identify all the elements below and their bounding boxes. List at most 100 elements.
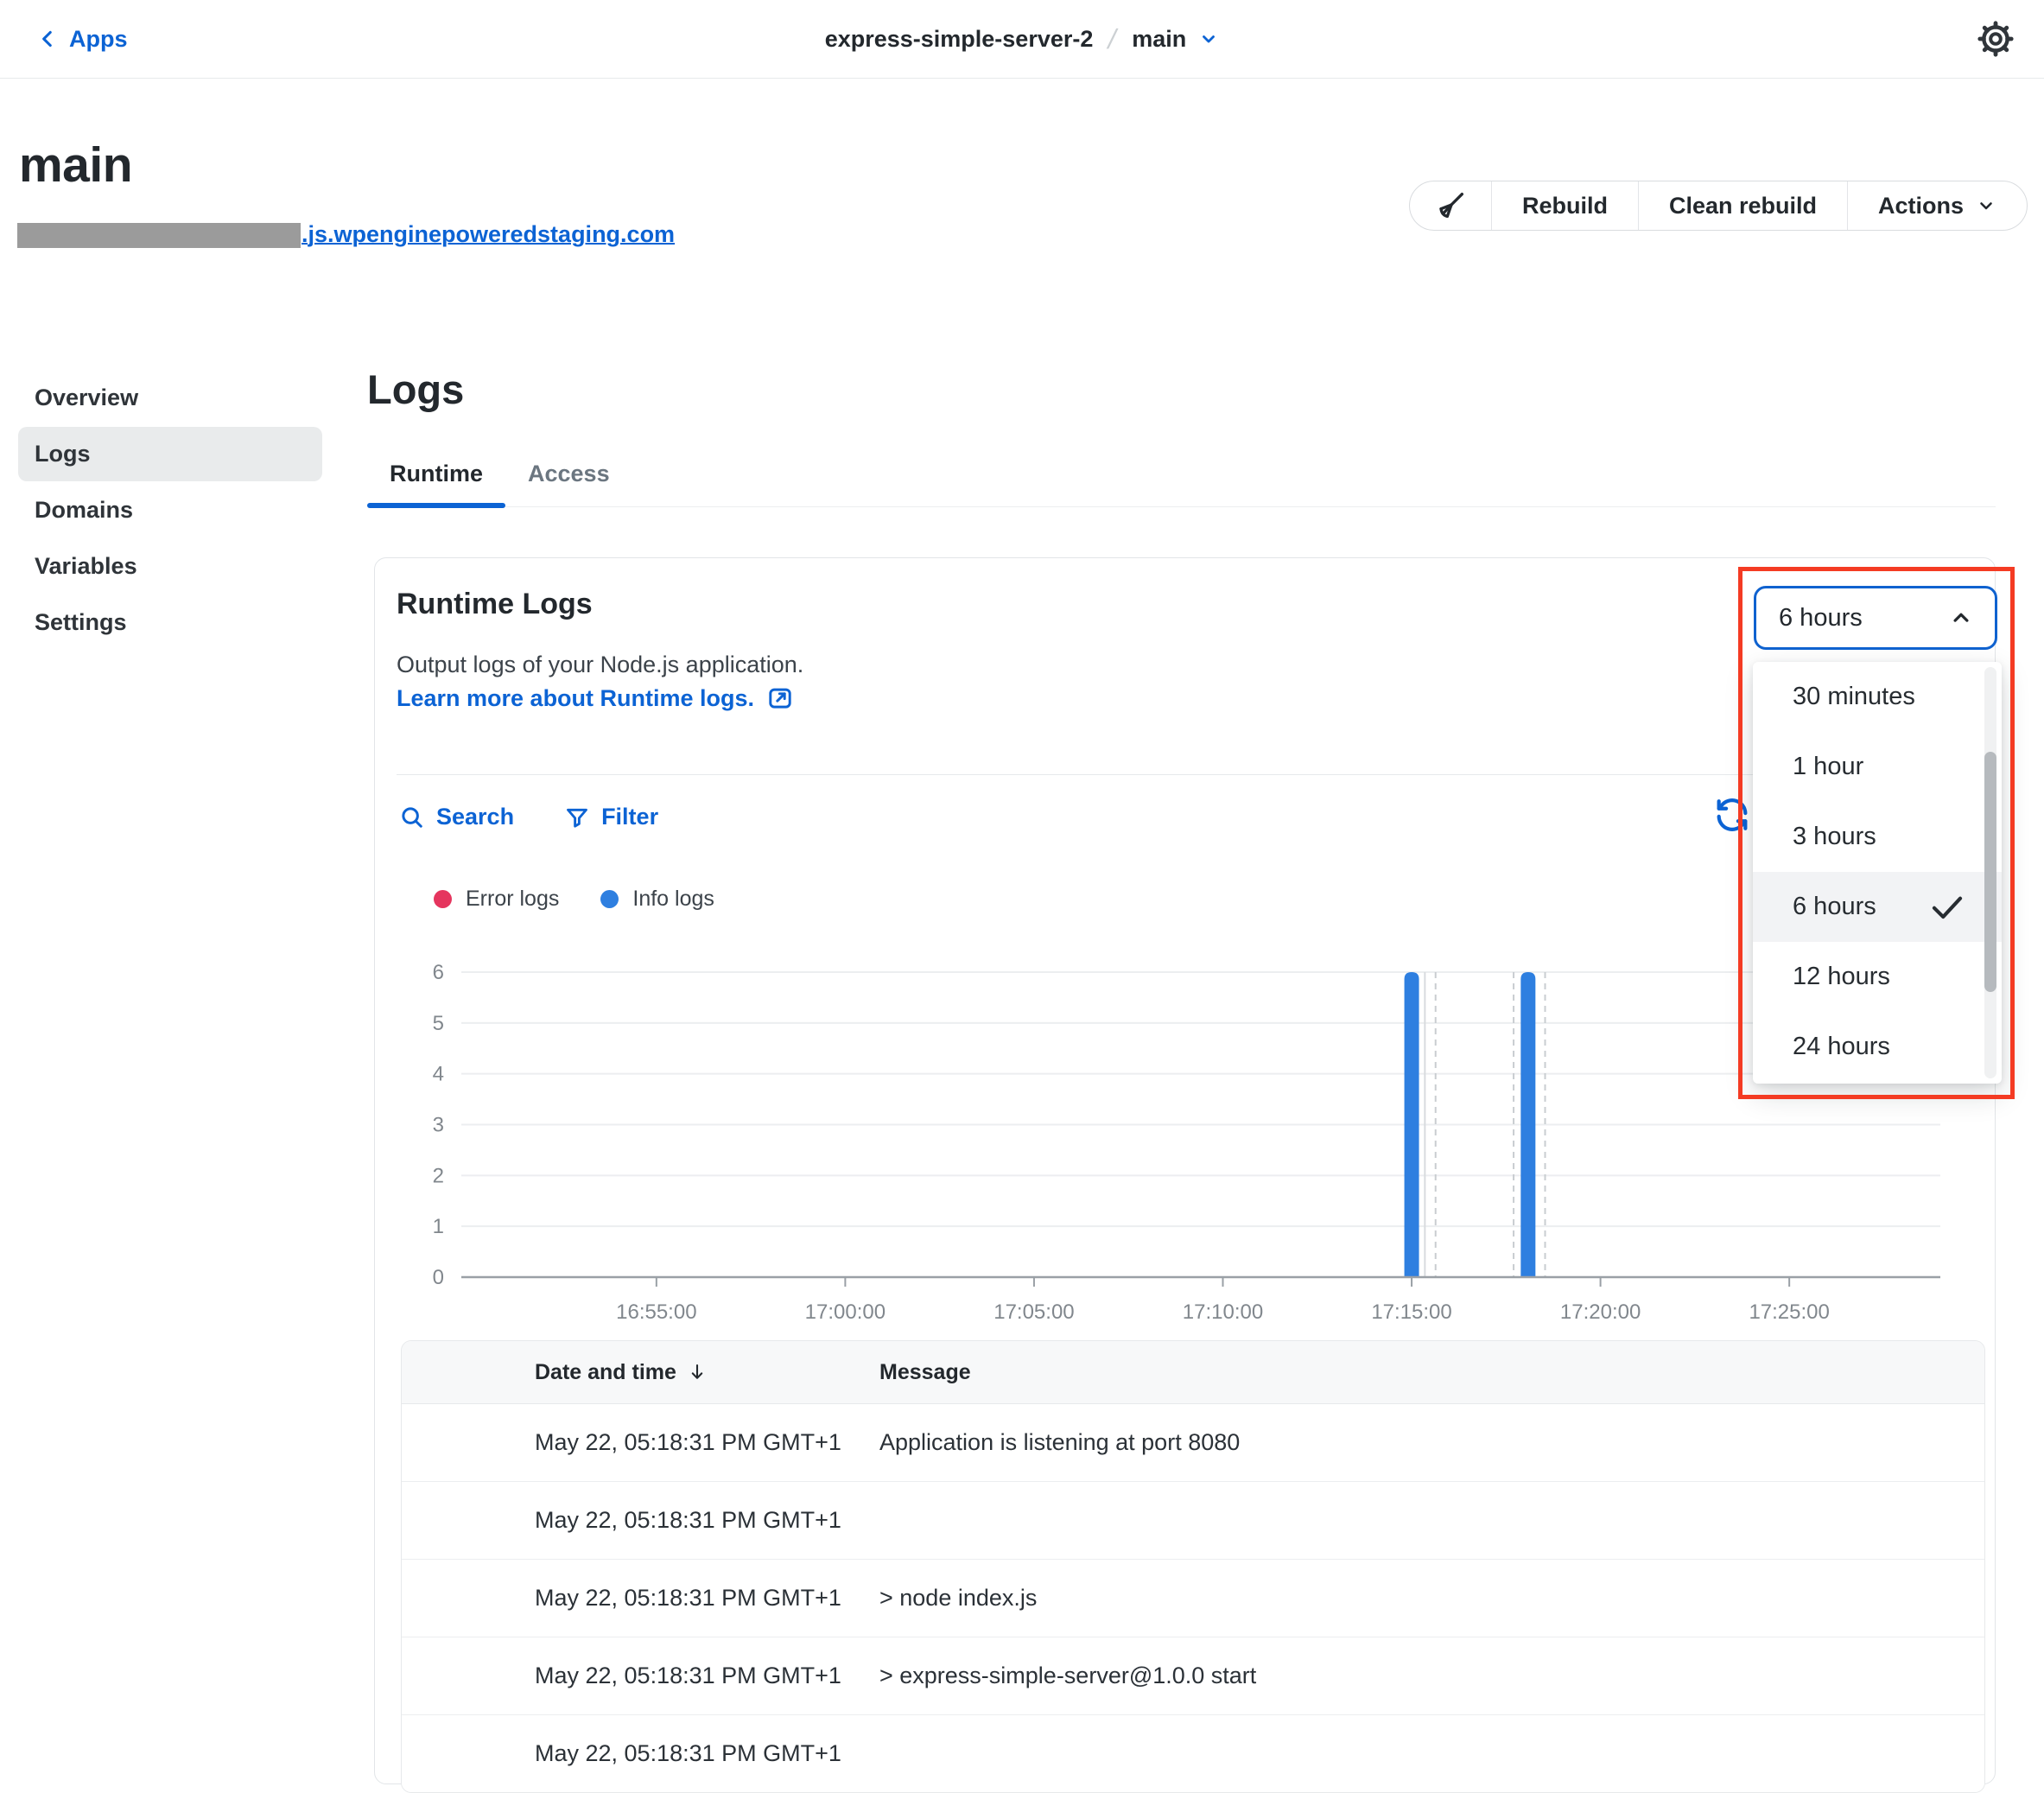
environment-url-link[interactable]: .js.wpenginepoweredstaging.com <box>17 221 675 248</box>
time-range-option[interactable]: 6 hours <box>1753 872 2002 942</box>
log-message: > express-simple-server@1.0.0 start <box>879 1663 1984 1689</box>
log-date: May 22, 05:18:31 PM GMT+1 <box>402 1585 879 1612</box>
time-range-option-label: 6 hours <box>1793 893 1876 921</box>
column-header-message: Message <box>879 1360 971 1385</box>
time-range-option-label: 24 hours <box>1793 1033 1890 1061</box>
legend-dot <box>600 890 619 908</box>
svg-text:17:25:00: 17:25:00 <box>1749 1300 1829 1324</box>
time-range-option[interactable]: 30 minutes <box>1753 662 2002 732</box>
svg-text:6: 6 <box>433 961 444 984</box>
log-date: May 22, 05:18:31 PM GMT+1 <box>402 1429 879 1456</box>
time-range-select[interactable]: 6 hours <box>1754 586 1997 650</box>
tab-runtime[interactable]: Runtime <box>367 461 505 506</box>
svg-text:4: 4 <box>433 1063 444 1086</box>
log-table-header: Date and time Message <box>402 1341 1984 1404</box>
page-title: main <box>19 137 132 194</box>
sidebar-item-variables[interactable]: Variables <box>18 539 322 594</box>
breadcrumb-environment-switcher[interactable]: main <box>1132 26 1219 53</box>
table-row: May 22, 05:18:31 PM GMT+1> express-simpl… <box>402 1637 1984 1715</box>
actions-menu-button[interactable]: Actions <box>1847 181 2027 230</box>
learn-more-label: Learn more about Runtime logs. <box>397 685 754 712</box>
environment-url-visible-text: .js.wpenginepoweredstaging.com <box>302 221 675 248</box>
legend-label: Error logs <box>466 887 559 912</box>
message-column-label: Message <box>879 1360 971 1384</box>
time-range-menu: 30 minutes 1 hour3 hours 6 hours 12 hours 24… <box>1753 662 2002 1084</box>
external-link-icon <box>766 684 794 712</box>
back-to-apps-link[interactable]: Apps <box>36 0 128 78</box>
filter-label: Filter <box>601 804 658 830</box>
logs-heading: Logs <box>367 366 464 413</box>
sidebar-item-domains[interactable]: Domains <box>18 483 322 537</box>
chevron-left-icon <box>36 28 59 50</box>
redacted-url-segment <box>17 223 301 248</box>
sidebar: Overview Logs Domains Variables Settings <box>18 371 322 652</box>
table-row: May 22, 05:18:31 PM GMT+1 <box>402 1715 1984 1792</box>
svg-text:17:05:00: 17:05:00 <box>993 1300 1074 1324</box>
chevron-down-icon <box>1976 195 1996 216</box>
breadcrumb-environment-name: main <box>1132 26 1186 53</box>
log-date: May 22, 05:18:31 PM GMT+1 <box>402 1663 879 1689</box>
chevron-down-icon <box>1198 29 1219 49</box>
clean-rebuild-label: Clean rebuild <box>1669 193 1817 219</box>
legend-item: Info logs <box>600 887 714 912</box>
log-date: May 22, 05:18:31 PM GMT+1 <box>402 1740 879 1767</box>
environment-actions-toolbar: Rebuild Clean rebuild Actions <box>1409 181 2028 231</box>
rebuild-label: Rebuild <box>1522 193 1608 219</box>
filter-button[interactable]: Filter <box>564 804 658 830</box>
legend-item: Error logs <box>434 887 559 912</box>
tab-access[interactable]: Access <box>505 461 632 506</box>
sidebar-item-label: Logs <box>35 441 91 467</box>
sidebar-item-overview[interactable]: Overview <box>18 371 322 425</box>
card-divider <box>397 774 1973 775</box>
sidebar-item-label: Variables <box>35 553 137 580</box>
runtime-logs-title: Runtime Logs <box>397 588 593 621</box>
log-date: May 22, 05:18:31 PM GMT+1 <box>402 1507 879 1534</box>
chevron-up-icon <box>1948 605 1974 631</box>
sidebar-item-label: Settings <box>35 609 127 636</box>
breadcrumb: express-simple-server-2 / main <box>0 0 2044 78</box>
clean-rebuild-button[interactable]: Clean rebuild <box>1638 181 1847 230</box>
log-tools: Search Filter <box>399 793 658 841</box>
clean-cache-button[interactable] <box>1410 181 1491 230</box>
actions-label: Actions <box>1878 193 1964 219</box>
log-message: > node index.js <box>879 1585 1984 1612</box>
time-range-option[interactable]: 3 hours <box>1753 802 2002 872</box>
chart-legend: Error logs Info logs <box>434 880 714 918</box>
refresh-button[interactable] <box>1712 795 1752 835</box>
svg-text:17:10:00: 17:10:00 <box>1183 1300 1263 1324</box>
time-range-option[interactable]: 1 hour <box>1753 732 2002 802</box>
log-table: Date and time Message May 22, 05:18:31 P… <box>401 1340 1985 1793</box>
sidebar-item-settings[interactable]: Settings <box>18 595 322 650</box>
time-range-option[interactable]: 24 hours <box>1753 1012 2002 1082</box>
legend-label: Info logs <box>632 887 714 912</box>
sort-descending-icon <box>687 1362 708 1383</box>
time-range-option-label: 12 hours <box>1793 963 1890 991</box>
top-bar: Apps express-simple-server-2 / main <box>0 0 2044 79</box>
logs-tabs: RuntimeAccess <box>367 449 1996 507</box>
column-header-date[interactable]: Date and time <box>402 1360 879 1385</box>
refresh-icon <box>1712 795 1752 835</box>
log-table-body: May 22, 05:18:31 PM GMT+1Application is … <box>402 1404 1984 1792</box>
broom-icon <box>1433 188 1468 223</box>
sidebar-item-logs[interactable]: Logs <box>18 427 322 481</box>
svg-text:17:20:00: 17:20:00 <box>1560 1300 1641 1324</box>
legend-dot <box>434 890 452 908</box>
search-icon <box>399 804 425 830</box>
settings-gear-button[interactable] <box>1975 18 2016 60</box>
svg-text:17:15:00: 17:15:00 <box>1371 1300 1451 1324</box>
svg-text:16:55:00: 16:55:00 <box>616 1300 696 1324</box>
svg-text:3: 3 <box>433 1114 444 1137</box>
svg-text:2: 2 <box>433 1164 444 1187</box>
menu-scrollbar-thumb[interactable] <box>1984 752 1996 992</box>
table-row: May 22, 05:18:31 PM GMT+1Application is … <box>402 1404 1984 1482</box>
time-range-option[interactable]: 12 hours <box>1753 942 2002 1012</box>
search-button[interactable]: Search <box>399 804 514 830</box>
back-label: Apps <box>69 26 128 53</box>
learn-more-link[interactable]: Learn more about Runtime logs. <box>397 684 794 712</box>
sidebar-item-label: Overview <box>35 385 138 411</box>
svg-text:5: 5 <box>433 1012 444 1035</box>
date-column-label: Date and time <box>535 1360 676 1385</box>
time-range-option-label: 30 minutes <box>1793 683 1915 711</box>
rebuild-button[interactable]: Rebuild <box>1491 181 1638 230</box>
svg-text:17:00:00: 17:00:00 <box>805 1300 886 1324</box>
